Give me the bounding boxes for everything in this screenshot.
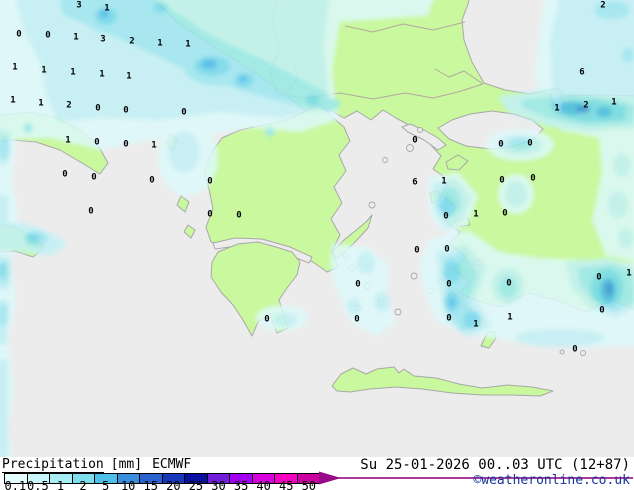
precip-value-marker: 0 (530, 174, 535, 184)
precip-value-marker: 1 (99, 70, 104, 80)
valid-time-label: Su 25-01-2026 00..03 UTC (12+87) (360, 457, 630, 473)
precip-value-marker: 0 (123, 106, 128, 116)
precip-value-marker: 0 (149, 176, 154, 186)
precip-value-marker: 0 (236, 211, 241, 221)
precip-value-marker: 6 (579, 68, 584, 78)
precip-value-marker: 0 (91, 173, 96, 183)
precip-value-marker: 1 (10, 96, 15, 106)
precip-value-marker: 1 (70, 68, 75, 78)
precip-value-marker: 0 (412, 136, 417, 146)
precip-value-marker: 0 (45, 31, 50, 41)
legend-scale-tick: 15 (143, 479, 158, 490)
precip-value-marker: 6 (412, 178, 417, 188)
precip-value-marker: 2 (583, 101, 588, 111)
precip-value-marker: 1 (626, 269, 631, 279)
precip-value-marker: 1 (157, 39, 162, 49)
legend-scale-tick: 1 (56, 479, 65, 490)
precip-value-marker: 0 (572, 345, 577, 355)
legend-scale-tick: 30 (211, 479, 226, 490)
legend-scale-tick: 25 (188, 479, 204, 490)
precip-value-marker: 0 (414, 246, 419, 256)
precip-value-marker: 1 (12, 63, 17, 73)
legend-scale-tick: 45 (279, 479, 294, 490)
legend-scale-tick: 5 (101, 479, 110, 490)
precip-value-marker: 2 (129, 37, 134, 47)
precip-value-marker: 0 (596, 273, 601, 283)
precip-value-marker: 0 (123, 140, 128, 150)
precip-value-marker: 1 (441, 177, 446, 187)
precip-value-marker: 1 (65, 136, 70, 146)
precip-value-marker: 0 (355, 280, 360, 290)
precip-value-marker: 1 (151, 141, 156, 151)
precip-value-marker: 0 (207, 177, 212, 187)
legend-scale-tick: 20 (166, 479, 181, 490)
precip-value-marker: 1 (611, 98, 616, 108)
precip-value-marker: 1 (507, 313, 512, 323)
legend: Precipitation [mm] ECMWF 0.1 0.5 1 2 5 10 15 20 25… (0, 457, 634, 490)
legend-title-unit: [mm] (110, 457, 143, 472)
copyright-link[interactable]: ©weatheronline.co.uk (473, 473, 630, 488)
precip-value-marker: 1 (38, 99, 43, 109)
precip-value-marker: 0 (499, 176, 504, 186)
legend-scale-tick: 35 (233, 479, 249, 490)
precip-value-marker: 0 (181, 108, 186, 118)
precip-value-marker: 0 (88, 207, 93, 217)
weather-map-page: 3120013211111116112000121100100000006100… (0, 0, 634, 490)
precip-value-marker: 2 (600, 1, 605, 11)
precip-value-marker: 1 (554, 104, 559, 114)
precip-value-marker: 0 (502, 209, 507, 219)
legend-scale-tick: 0.1 (4, 479, 27, 490)
precip-value-marker: 0 (94, 138, 99, 148)
precip-value-marker: 1 (104, 4, 109, 14)
precip-value-marker: 0 (527, 139, 532, 149)
precip-value-marker: 1 (473, 210, 478, 220)
precip-value-marker: 1 (126, 72, 131, 82)
precip-value-marker: 3 (76, 1, 81, 11)
precip-value-marker: 1 (41, 66, 46, 76)
precip-value-marker: 0 (506, 279, 511, 289)
precip-value-marker: 0 (446, 280, 451, 290)
precip-value-marker: 0 (264, 315, 269, 325)
precip-value-marker: 1 (185, 40, 190, 50)
precip-value-marker: 0 (443, 212, 448, 222)
legend-scale-tick: 10 (120, 479, 136, 490)
precip-value-marker: 0 (62, 170, 67, 180)
precip-value-marker: 0 (444, 245, 449, 255)
precip-value-marker: 0 (599, 306, 604, 316)
precip-value-marker: 1 (473, 320, 478, 330)
precip-value-marker: 3 (100, 35, 105, 45)
precip-value-marker: 2 (66, 101, 71, 111)
precip-value-marker: 0 (95, 104, 100, 114)
legend-scale-labels: 0.1 0.5 1 2 5 10 15 20 25 30 35 40 45 50 (4, 479, 320, 490)
precip-value-marker: 0 (446, 314, 451, 324)
legend-title-model: ECMWF (152, 457, 192, 472)
legend-title: Precipitation [mm] ECMWF (2, 457, 192, 473)
legend-scale-tick: 2 (79, 479, 87, 490)
precip-value-marker: 0 (498, 140, 503, 150)
precip-value-marker: 0 (207, 210, 212, 220)
legend-scale-tick: 40 (256, 479, 271, 490)
precip-value-marker: 0 (354, 315, 359, 325)
precipitation-map: 3 1 20 0 1 3 2 1 11 1 1 1 1 61 1 2 0 0 0 1 2 11 0 0 1 0 0 00 0 0 0 6 1 0 0… (0, 0, 634, 457)
legend-scale-tick: 50 (301, 479, 317, 490)
precip-value-marker: 0 (16, 30, 21, 40)
scale-arrow-icon (319, 471, 341, 485)
precip-value-marker: 1 (73, 33, 78, 43)
legend-scale-tick: 0.5 (27, 479, 49, 490)
